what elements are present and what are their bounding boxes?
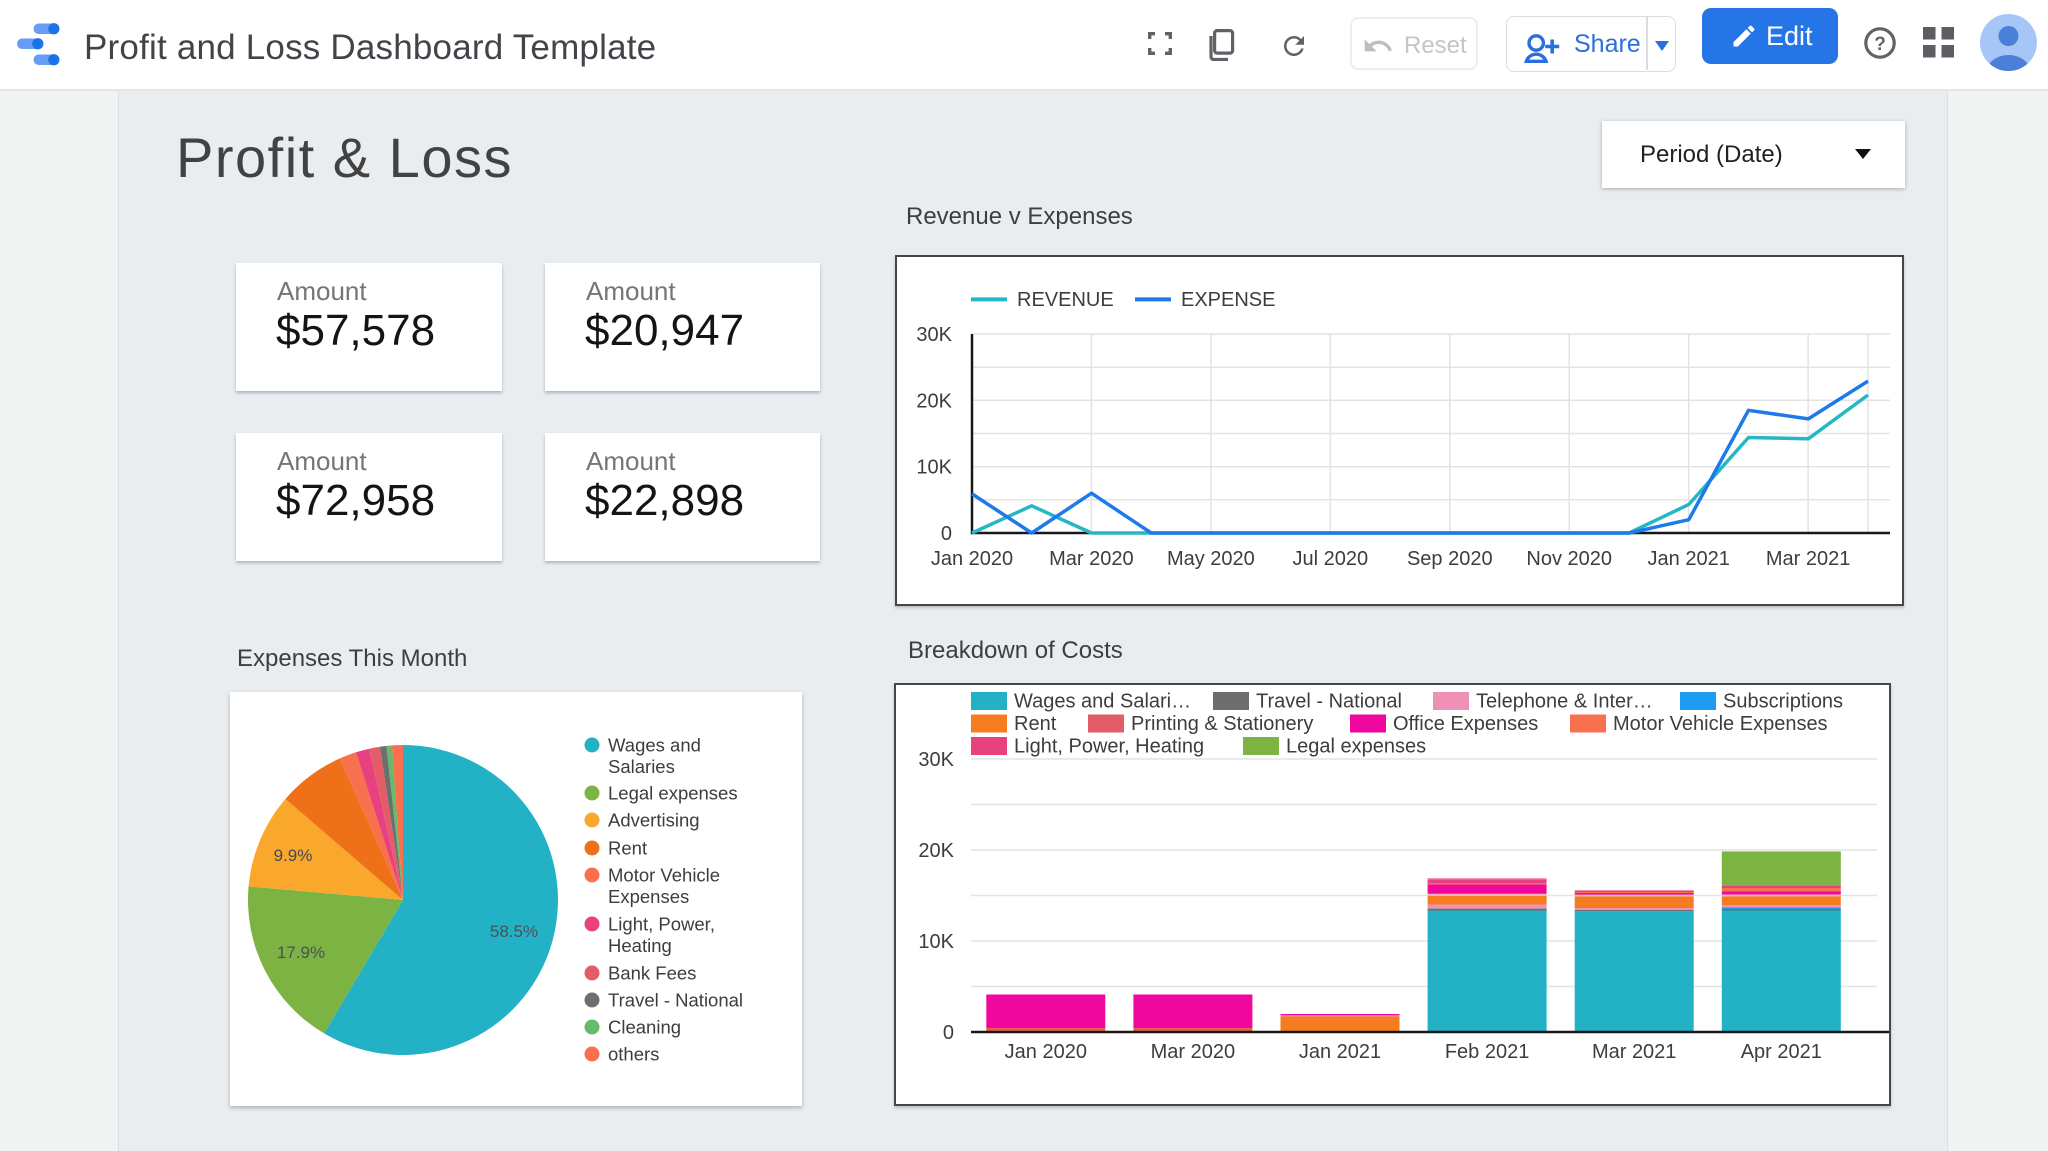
svg-text:EXPENSE: EXPENSE (1181, 289, 1275, 311)
svg-text:Office Expenses: Office Expenses (1393, 713, 1538, 735)
svg-text:Wages and Salari…: Wages and Salari… (1014, 691, 1191, 713)
svg-text:Jan 2020: Jan 2020 (931, 548, 1013, 570)
svg-text:Nov 2020: Nov 2020 (1526, 548, 1612, 570)
svg-text:Heating: Heating (608, 935, 672, 956)
svg-text:Mar 2020: Mar 2020 (1049, 548, 1134, 570)
svg-text:30K: 30K (916, 324, 952, 346)
svg-text:Printing & Stationery: Printing & Stationery (1131, 713, 1313, 735)
svg-text:Salaries: Salaries (608, 756, 675, 777)
svg-text:REVENUE: REVENUE (1017, 289, 1114, 311)
svg-text:Travel - National: Travel - National (608, 990, 743, 1011)
svg-text:Legal expenses: Legal expenses (608, 783, 738, 804)
svg-text:May 2020: May 2020 (1167, 548, 1255, 570)
svg-text:Subscriptions: Subscriptions (1723, 691, 1843, 713)
svg-text:Cleaning: Cleaning (608, 1017, 681, 1038)
svg-text:Rent: Rent (608, 838, 647, 859)
svg-text:Rent: Rent (1014, 713, 1057, 735)
svg-text:0: 0 (941, 523, 952, 545)
svg-text:Travel - National: Travel - National (1256, 691, 1402, 713)
svg-text:10K: 10K (918, 931, 954, 953)
svg-text:Expenses: Expenses (608, 886, 689, 907)
svg-text:Telephone & Inter…: Telephone & Inter… (1476, 691, 1653, 713)
svg-text:Light, Power, Heating: Light, Power, Heating (1014, 736, 1204, 758)
svg-text:20K: 20K (916, 390, 952, 412)
svg-text:10K: 10K (916, 457, 952, 479)
svg-text:0: 0 (943, 1022, 954, 1044)
svg-text:Wages and: Wages and (608, 735, 701, 756)
svg-text:Motor Vehicle: Motor Vehicle (608, 865, 720, 886)
svg-text:Light, Power,: Light, Power, (608, 914, 715, 935)
svg-text:Sep 2020: Sep 2020 (1407, 548, 1493, 570)
svg-text:Advertising: Advertising (608, 810, 700, 831)
svg-text:Legal expenses: Legal expenses (1286, 736, 1426, 758)
svg-text:Feb 2021: Feb 2021 (1445, 1041, 1530, 1063)
svg-text:30K: 30K (918, 749, 954, 771)
svg-text:Jan 2020: Jan 2020 (1005, 1041, 1087, 1063)
svg-text:others: others (608, 1044, 659, 1065)
svg-text:58.5%: 58.5% (490, 922, 538, 941)
svg-text:Apr 2021: Apr 2021 (1741, 1041, 1822, 1063)
svg-text:Motor Vehicle Expenses: Motor Vehicle Expenses (1613, 713, 1828, 735)
svg-text:Bank Fees: Bank Fees (608, 963, 696, 984)
svg-text:?: ? (1874, 34, 1886, 55)
svg-text:Mar 2021: Mar 2021 (1592, 1041, 1677, 1063)
svg-text:20K: 20K (918, 840, 954, 862)
svg-text:Mar 2020: Mar 2020 (1151, 1041, 1236, 1063)
svg-text:Jan 2021: Jan 2021 (1648, 548, 1730, 570)
svg-text:Mar 2021: Mar 2021 (1766, 548, 1851, 570)
svg-text:Jul 2020: Jul 2020 (1292, 548, 1368, 570)
svg-text:Jan 2021: Jan 2021 (1299, 1041, 1381, 1063)
svg-text:17.9%: 17.9% (277, 943, 325, 962)
svg-text:9.9%: 9.9% (274, 846, 313, 865)
